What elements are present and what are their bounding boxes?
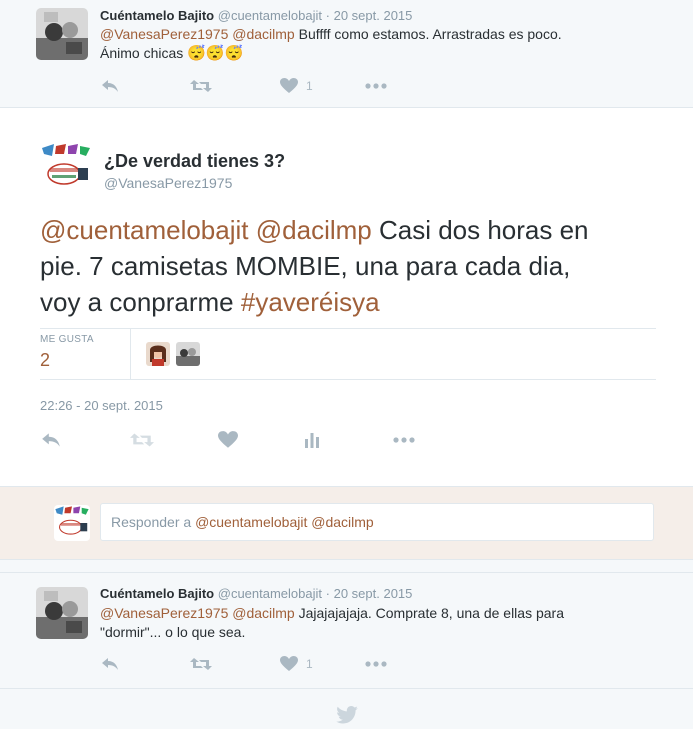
timeline-end (0, 690, 693, 726)
author-name[interactable]: Cuéntamelo Bajito (100, 586, 214, 601)
retweet-button[interactable] (190, 654, 212, 674)
author-handle[interactable]: @cuentamelobajit (218, 8, 322, 23)
more-icon (393, 437, 415, 443)
tweet-reply-2[interactable]: Cuéntamelo Bajito @cuentamelobajit · 20 … (0, 572, 693, 689)
more-icon (365, 83, 387, 89)
tweet-text-line3: voy a conprarme (40, 287, 241, 317)
tweet-timestamp: 22:26 - 20 sept. 2015 (40, 398, 163, 413)
tweet-text-content: Jajajajajaja. Comprate 8, una de ellas p… (294, 605, 564, 621)
tweet-text-line1: Casi dos horas en (371, 215, 589, 245)
reply-input[interactable]: Responder a @cuentamelobajit @dacilmp (100, 503, 654, 541)
like-button[interactable] (218, 430, 238, 450)
heart-icon (280, 656, 298, 671)
like-count: 1 (306, 657, 313, 671)
tweet-reply-1[interactable]: Cuéntamelo Bajito @cuentamelobajit · 20 … (0, 0, 693, 108)
reply-icon (42, 433, 60, 447)
likes-count[interactable]: 2 (40, 350, 50, 371)
like-button[interactable]: 1 (280, 76, 313, 96)
reply-icon (102, 658, 118, 670)
analytics-icon (305, 433, 319, 448)
more-button[interactable] (365, 654, 387, 674)
reply-icon (102, 80, 118, 92)
analytics-button[interactable] (304, 430, 320, 450)
reply-placeholder: Responder a (111, 514, 196, 530)
reply-button[interactable] (40, 430, 62, 450)
reply-mention: @cuentamelobajit (195, 514, 308, 530)
tweet-date[interactable]: 20 sept. 2015 (334, 586, 413, 601)
reply-mention: @dacilmp (311, 514, 374, 530)
author-name[interactable]: ¿De verdad tienes 3? (104, 151, 285, 172)
mention-link[interactable]: @dacilmp (232, 26, 294, 42)
more-icon (365, 661, 387, 667)
separator: · (325, 8, 330, 23)
liker-avatar[interactable] (176, 342, 200, 366)
liker-avatar[interactable] (146, 342, 170, 366)
tweet-text: @VanesaPerez1975 @dacilmp Buffff como es… (100, 25, 660, 63)
author-name[interactable]: Cuéntamelo Bajito (100, 8, 214, 23)
retweet-icon (130, 433, 154, 447)
author-avatar[interactable] (36, 587, 88, 639)
current-user-avatar (54, 505, 90, 541)
emoji-sleeping: 😴😴😴 (187, 45, 244, 62)
mention-link[interactable]: @cuentamelobajit (40, 215, 249, 245)
mention-link[interactable]: @VanesaPerez1975 (100, 605, 228, 621)
mention-link[interactable]: @dacilmp (232, 605, 294, 621)
tweet-text-line2: "dormir"... o lo que sea. (100, 624, 246, 640)
hashtag-link[interactable]: #yaveréisya (241, 287, 380, 317)
mention-link[interactable]: @VanesaPerez1975 (100, 26, 228, 42)
more-button[interactable] (365, 76, 387, 96)
retweet-button[interactable] (130, 430, 154, 450)
heart-icon (280, 78, 298, 93)
reply-button[interactable] (100, 654, 120, 674)
tweet-text-line2: Ánimo chicas (100, 45, 184, 61)
retweet-icon (190, 80, 212, 92)
author-avatar[interactable] (36, 8, 88, 60)
tweet-text: @VanesaPerez1975 @dacilmp Jajajajajaja. … (100, 604, 660, 642)
like-button[interactable]: 1 (280, 654, 313, 674)
author-avatar[interactable] (40, 142, 92, 194)
retweet-button[interactable] (190, 76, 212, 96)
heart-icon (218, 431, 238, 448)
main-tweet: ¿De verdad tienes 3? @VanesaPerez1975 @c… (0, 108, 693, 487)
author-handle[interactable]: @VanesaPerez1975 (104, 175, 232, 191)
author-handle[interactable]: @cuentamelobajit (218, 586, 322, 601)
more-button[interactable] (392, 430, 416, 450)
separator: · (325, 586, 330, 601)
like-count: 1 (306, 79, 313, 93)
mention-link[interactable]: @dacilmp (256, 215, 372, 245)
retweet-icon (190, 658, 212, 670)
reply-button[interactable] (100, 76, 120, 96)
tweet-date[interactable]: 20 sept. 2015 (334, 8, 413, 23)
likes-label: ME GUSTA (40, 334, 94, 345)
tweet-text-line2: pie. 7 camisetas MOMBIE, una para cada d… (40, 251, 571, 281)
tweet-text-content: Buffff como estamos. Arrastradas es poco… (294, 26, 562, 42)
tweet-text: @cuentamelobajit @dacilmp Casi dos horas… (40, 212, 670, 320)
reply-composer: Responder a @cuentamelobajit @dacilmp (0, 487, 693, 560)
